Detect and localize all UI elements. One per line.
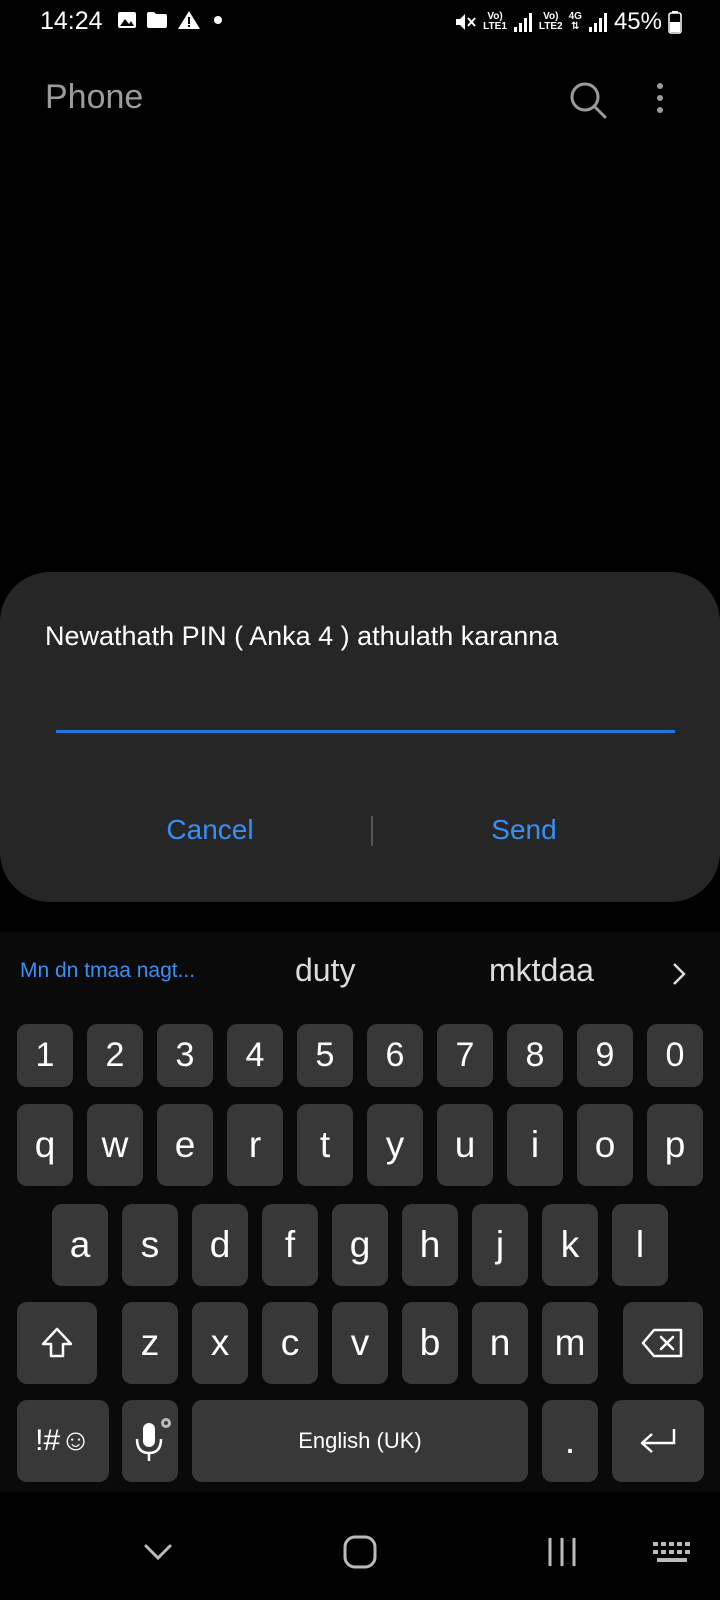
folder-icon [147, 12, 167, 28]
key-6[interactable]: 6 [367, 1024, 423, 1087]
pin-input[interactable] [56, 690, 675, 733]
enter-key[interactable] [612, 1400, 704, 1482]
key-8[interactable]: 8 [507, 1024, 563, 1087]
shift-icon [41, 1327, 73, 1358]
key-4[interactable]: 4 [227, 1024, 283, 1087]
more-vertical-icon [657, 83, 663, 113]
key-n[interactable]: n [472, 1302, 528, 1384]
space-key[interactable]: English (UK) [192, 1400, 528, 1482]
shift-key[interactable] [17, 1302, 97, 1384]
key-w[interactable]: w [87, 1104, 143, 1186]
key-d[interactable]: d [192, 1204, 248, 1286]
key-r[interactable]: r [227, 1104, 283, 1186]
home-icon [343, 1535, 377, 1569]
voice-input-key[interactable] [122, 1400, 178, 1482]
expand-suggestions-button[interactable] [665, 956, 693, 992]
suggestion-item[interactable]: Mn dn tmaa nagt... [20, 959, 195, 983]
enter-icon [640, 1429, 676, 1453]
chevron-right-icon [673, 963, 686, 985]
key-m[interactable]: m [542, 1302, 598, 1384]
key-3[interactable]: 3 [157, 1024, 213, 1087]
suggestion-item[interactable]: mktdaa [489, 952, 594, 989]
key-b[interactable]: b [402, 1302, 458, 1384]
pin-dialog: Newathath PIN ( Anka 4 ) athulath karann… [0, 572, 720, 902]
signal-icon [513, 13, 532, 32]
backspace-key[interactable] [623, 1302, 703, 1384]
key-9[interactable]: 9 [577, 1024, 633, 1087]
backspace-icon [641, 1328, 683, 1358]
key-l[interactable]: l [612, 1204, 668, 1286]
key-t[interactable]: t [297, 1104, 353, 1186]
mute-icon [456, 14, 476, 30]
keyboard: Mn dn tmaa nagt... duty mktdaa 1 2 3 4 5… [0, 932, 720, 1492]
symbols-key[interactable]: !#☺ [17, 1400, 109, 1482]
key-s[interactable]: s [122, 1204, 178, 1286]
key-c[interactable]: c [262, 1302, 318, 1384]
key-7[interactable]: 7 [437, 1024, 493, 1087]
page-title: Phone [45, 78, 144, 116]
keyboard-switch-button[interactable] [648, 1527, 698, 1577]
warning-icon [178, 11, 200, 29]
period-key[interactable]: . [542, 1400, 598, 1482]
key-y[interactable]: y [367, 1104, 423, 1186]
sim1-label: Vo) LTE1 [483, 11, 507, 32]
key-x[interactable]: x [192, 1302, 248, 1384]
key-j[interactable]: j [472, 1204, 528, 1286]
key-1[interactable]: 1 [17, 1024, 73, 1087]
key-g[interactable]: g [332, 1204, 388, 1286]
phone-screen: 14:24 Vo) LTE1 Vo) LTE2 4G ⇅ 45% Phone N… [0, 0, 720, 1600]
key-z[interactable]: z [122, 1302, 178, 1384]
key-q[interactable]: q [17, 1104, 73, 1186]
key-2[interactable]: 2 [87, 1024, 143, 1087]
notification-icons [117, 10, 226, 30]
status-time: 14:24 [40, 7, 103, 35]
battery-percent: 45% [613, 8, 662, 35]
cancel-button[interactable]: Cancel [110, 804, 310, 856]
key-5[interactable]: 5 [297, 1024, 353, 1087]
dot-icon [214, 16, 222, 24]
home-button[interactable] [335, 1527, 385, 1577]
send-button[interactable]: Send [424, 804, 624, 856]
key-f[interactable]: f [262, 1204, 318, 1286]
microphone-icon [135, 1418, 171, 1461]
search-icon [570, 82, 607, 119]
status-right-icons: Vo) LTE1 Vo) LTE2 4G ⇅ 45% [453, 8, 682, 36]
key-i[interactable]: i [507, 1104, 563, 1186]
suggestion-bar: Mn dn tmaa nagt... duty mktdaa [0, 932, 720, 1014]
key-u[interactable]: u [437, 1104, 493, 1186]
network-label: 4G ⇅ [568, 11, 582, 32]
status-bar: 14:24 Vo) LTE1 Vo) LTE2 4G ⇅ 45% [0, 0, 720, 46]
button-divider [371, 816, 373, 846]
search-button[interactable] [566, 78, 610, 122]
more-options-button[interactable] [640, 78, 680, 122]
app-header: Phone [0, 60, 720, 140]
signal-icon [588, 13, 607, 32]
gallery-icon [118, 12, 136, 28]
chevron-down-icon [144, 1544, 172, 1561]
key-0[interactable]: 0 [647, 1024, 703, 1087]
navigation-bar [0, 1505, 720, 1600]
key-p[interactable]: p [647, 1104, 703, 1186]
dialog-message: Newathath PIN ( Anka 4 ) athulath karann… [45, 621, 559, 651]
key-k[interactable]: k [542, 1204, 598, 1286]
key-v[interactable]: v [332, 1302, 388, 1384]
battery-icon [668, 11, 682, 34]
key-a[interactable]: a [52, 1204, 108, 1286]
recent-apps-icon [548, 1538, 576, 1566]
sim2-label: Vo) LTE2 [538, 11, 563, 32]
suggestion-item[interactable]: duty [295, 952, 355, 989]
key-e[interactable]: e [157, 1104, 213, 1186]
key-o[interactable]: o [577, 1104, 633, 1186]
hide-keyboard-button[interactable] [133, 1527, 183, 1577]
keyboard-icon [653, 1542, 690, 1562]
recent-apps-button[interactable] [537, 1527, 587, 1577]
key-h[interactable]: h [402, 1204, 458, 1286]
